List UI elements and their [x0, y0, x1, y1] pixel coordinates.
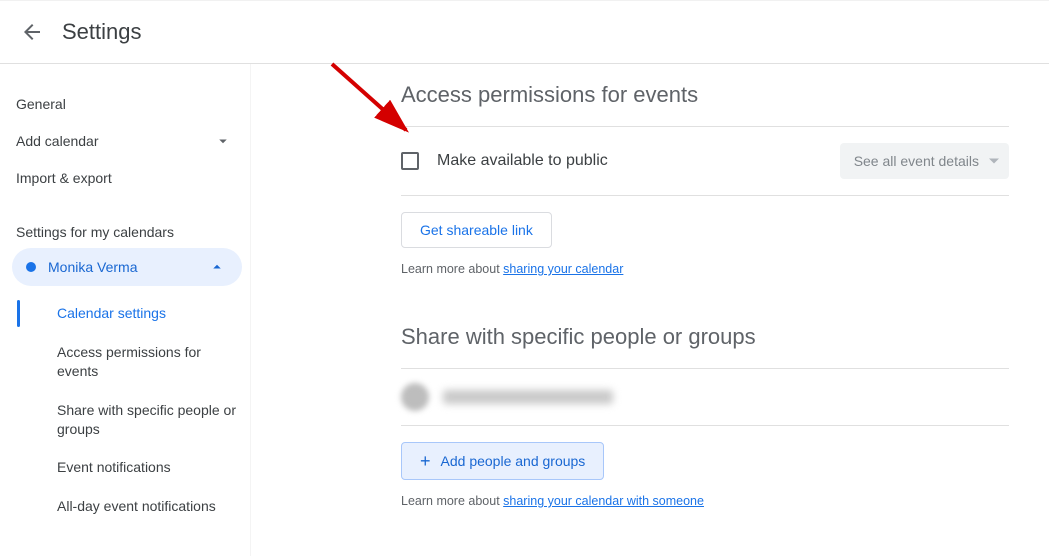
helper-text: Learn more about sharing your calendar w…	[401, 494, 1009, 508]
calendar-color-dot	[26, 262, 36, 272]
make-public-checkbox[interactable]	[401, 152, 419, 170]
settings-main: Access permissions for events Make avail…	[250, 64, 1049, 556]
visibility-select[interactable]: See all event details	[840, 143, 1009, 179]
button-label: Add people and groups	[441, 453, 586, 469]
sidebar-item-add-calendar[interactable]: Add calendar	[16, 122, 250, 160]
sharing-calendar-link[interactable]: sharing your calendar	[503, 262, 623, 276]
select-value: See all event details	[854, 153, 979, 169]
helper-prefix: Learn more about	[401, 262, 503, 276]
sidebar-item-label: Monika Verma	[48, 259, 137, 275]
subnav-allday-notifications[interactable]: All-day event notifications	[41, 487, 250, 526]
settings-sidebar: General Add calendar Import & export Set…	[0, 64, 250, 556]
back-arrow-icon[interactable]	[20, 20, 44, 44]
subnav-calendar-settings[interactable]: Calendar settings	[41, 294, 250, 333]
page-title: Settings	[62, 19, 142, 45]
subnav-event-notifications[interactable]: Event notifications	[41, 448, 250, 487]
helper-text: Learn more about sharing your calendar	[401, 262, 1009, 276]
add-people-button[interactable]: + Add people and groups	[401, 442, 604, 480]
chevron-up-icon	[208, 258, 226, 276]
subnav-access-permissions[interactable]: Access permissions for events	[41, 333, 250, 391]
sidebar-item-label: Import & export	[16, 170, 112, 186]
sharing-with-someone-link[interactable]: sharing your calendar with someone	[503, 494, 704, 508]
subnav-share-specific[interactable]: Share with specific people or groups	[41, 391, 250, 449]
section-title: Access permissions for events	[401, 82, 1009, 108]
sidebar-calendar-selected[interactable]: Monika Verma	[12, 248, 242, 286]
make-public-label: Make available to public	[437, 152, 608, 170]
chevron-down-icon	[214, 132, 232, 150]
sidebar-item-label: Add calendar	[16, 133, 99, 149]
sidebar-item-label: General	[16, 96, 66, 112]
dropdown-arrow-icon	[989, 159, 999, 164]
share-specific-section: Share with specific people or groups + A…	[401, 324, 1009, 508]
redacted-name	[443, 390, 613, 404]
shared-person-row	[401, 369, 1009, 425]
sidebar-subnav: Calendar settings Access permissions for…	[38, 294, 250, 526]
helper-prefix: Learn more about	[401, 494, 503, 508]
access-permissions-section: Access permissions for events Make avail…	[401, 82, 1009, 276]
avatar	[401, 383, 429, 411]
sidebar-item-general[interactable]: General	[16, 86, 250, 122]
settings-header: Settings	[0, 0, 1049, 64]
make-public-row: Make available to public See all event d…	[401, 127, 1009, 195]
section-title: Share with specific people or groups	[401, 324, 1009, 350]
get-shareable-link-button[interactable]: Get shareable link	[401, 212, 552, 248]
sidebar-item-import-export[interactable]: Import & export	[16, 160, 250, 196]
sidebar-section-heading: Settings for my calendars	[16, 224, 250, 240]
plus-icon: +	[420, 452, 431, 470]
